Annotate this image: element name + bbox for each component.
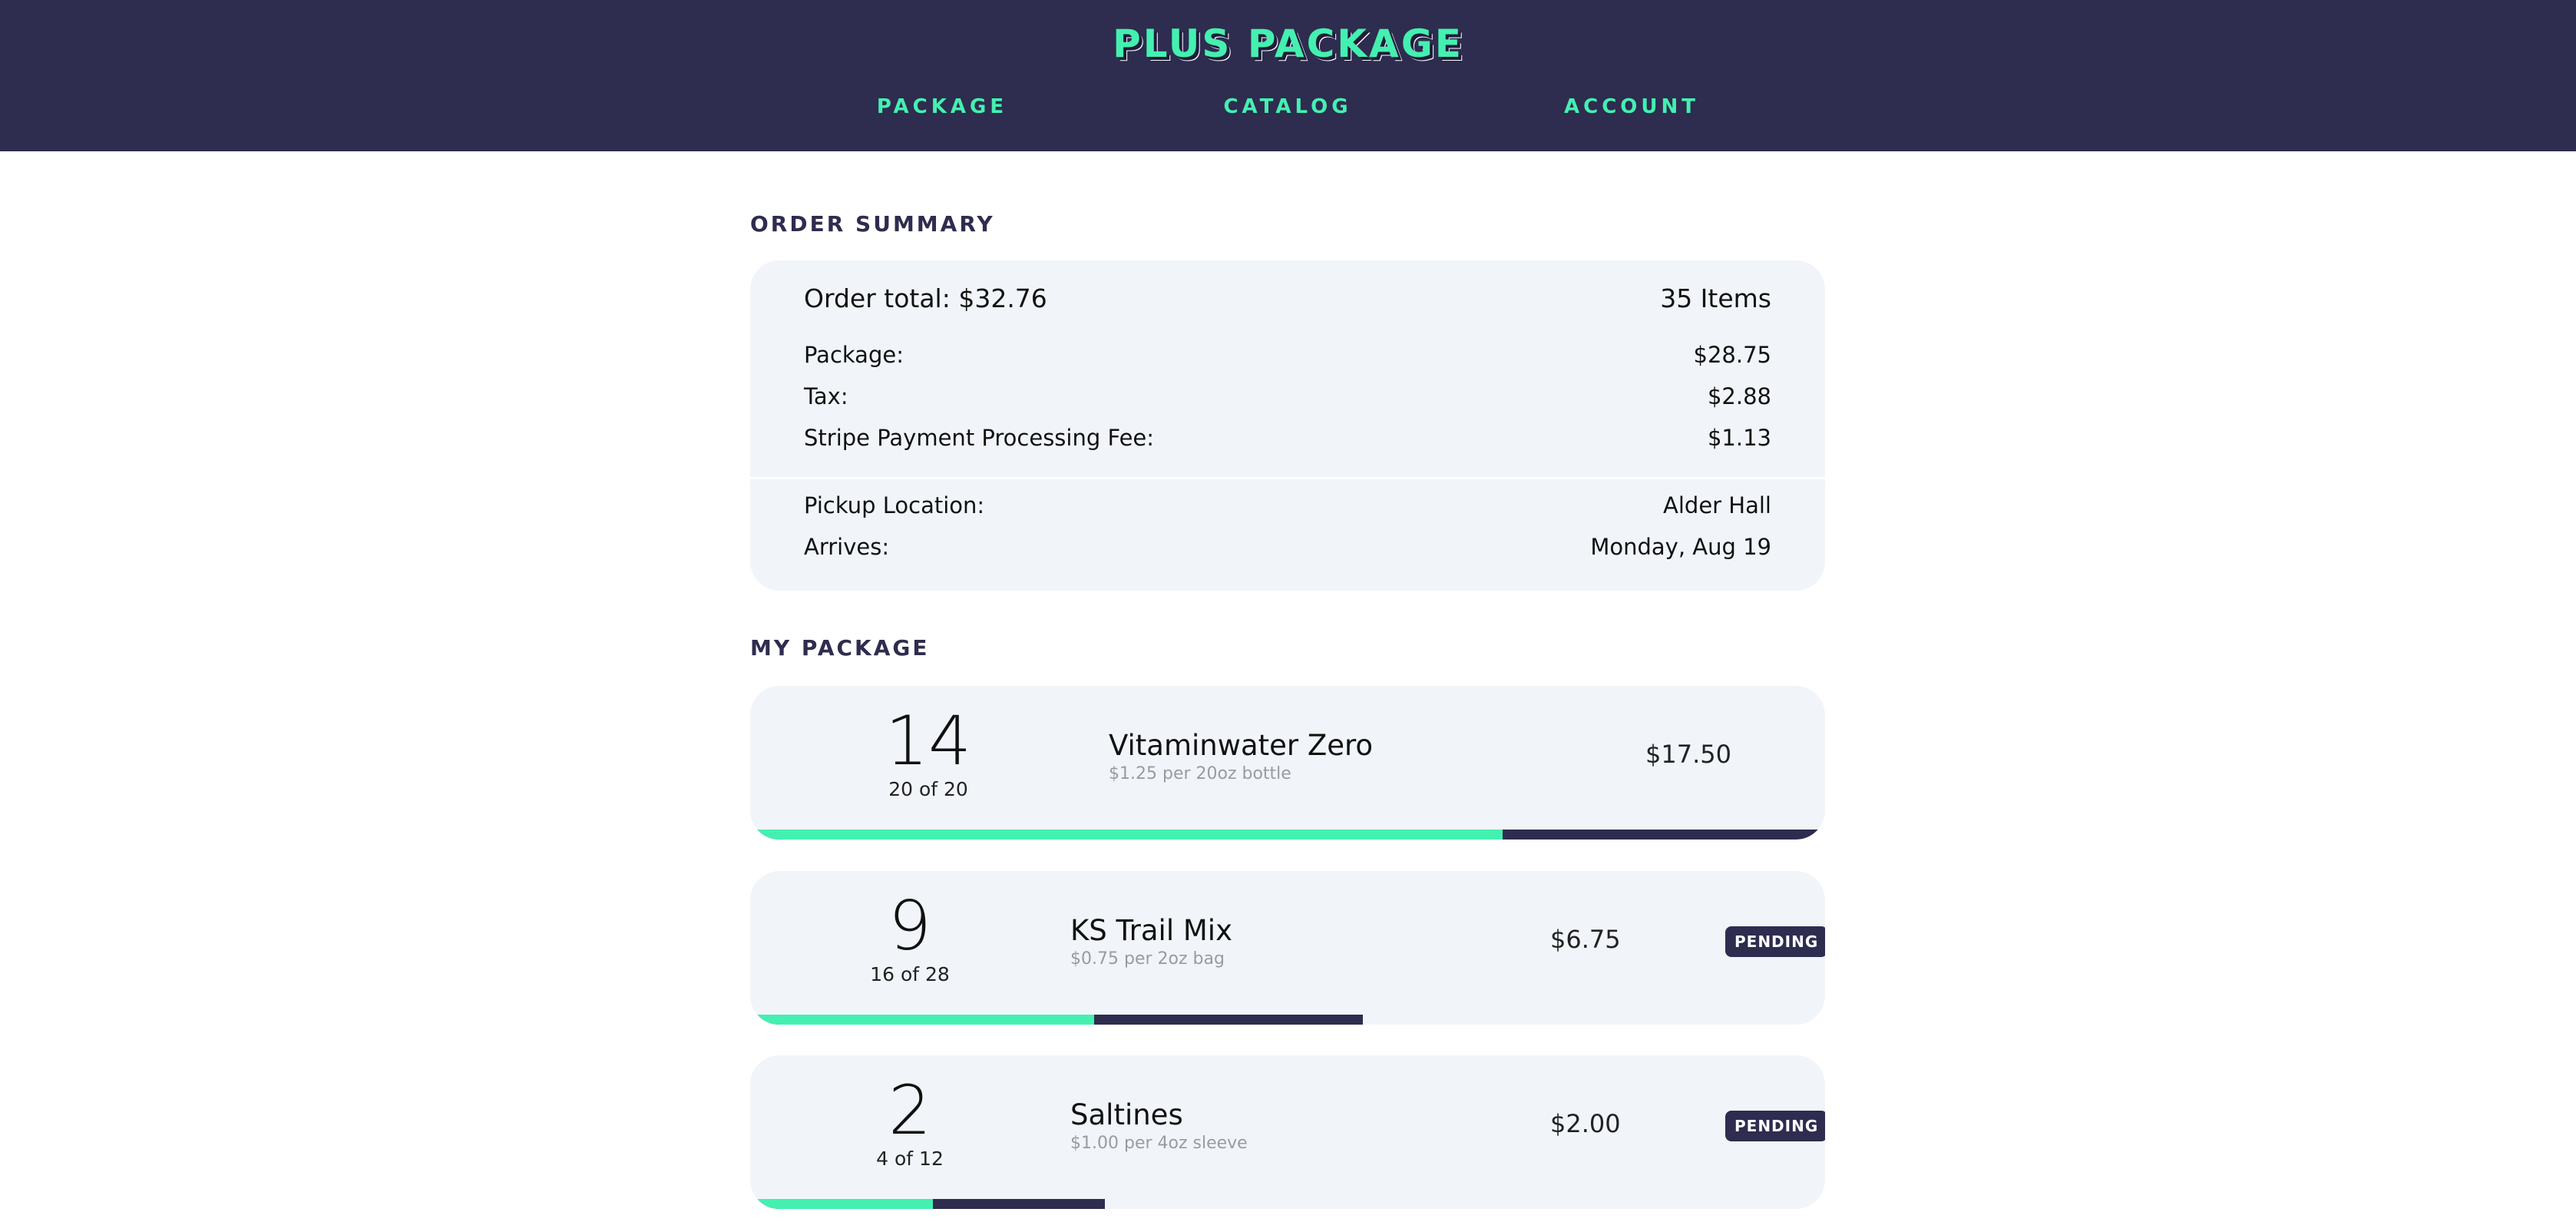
item-price: $17.50 — [1645, 740, 1731, 769]
status-badge: PENDING — [1725, 926, 1825, 957]
progress-fill — [750, 1015, 1094, 1025]
item-name: Saltines — [1070, 1098, 1183, 1131]
brand-title[interactable]: PLUS PACKAGE — [0, 22, 2576, 66]
summary-divider — [750, 477, 1825, 479]
item-quantity: 14 — [885, 701, 971, 780]
item-progress-text: 16 of 28 — [870, 963, 950, 985]
summary-label: Arrives: — [804, 534, 890, 560]
summary-label: Package: — [804, 342, 904, 368]
summary-row-tax: Tax: $2.88 — [804, 383, 1771, 409]
item-name: Vitaminwater Zero — [1109, 729, 1374, 762]
item-progress-text: 4 of 12 — [876, 1148, 944, 1170]
summary-value: $2.88 — [1707, 383, 1771, 409]
status-badge: PENDING — [1725, 1111, 1825, 1141]
item-price: $6.75 — [1550, 925, 1621, 954]
nav-account[interactable]: ACCOUNT — [1516, 95, 1747, 118]
items-count: 35 Items — [1660, 283, 1771, 313]
summary-label: Stripe Payment Processing Fee: — [804, 425, 1155, 451]
summary-value: Monday, Aug 19 — [1590, 534, 1771, 560]
item-price: $2.00 — [1550, 1109, 1621, 1138]
order-summary-title: ORDER SUMMARY — [750, 211, 995, 237]
order-total: Order total: $32.76 — [804, 283, 1047, 313]
summary-value: $1.13 — [1707, 425, 1771, 451]
summary-row-arrives: Arrives: Monday, Aug 19 — [804, 534, 1771, 560]
item-quantity: 9 — [888, 886, 931, 965]
summary-total-row: Order total: $32.76 35 Items — [804, 283, 1771, 313]
main-nav: PACKAGE CATALOG ACCOUNT — [0, 95, 2576, 126]
package-item[interactable]: 14 20 of 20 Vitaminwater Zero $1.25 per … — [750, 686, 1825, 840]
progress-fill — [750, 1199, 933, 1209]
item-progress-text: 20 of 20 — [888, 778, 968, 800]
summary-row-fee: Stripe Payment Processing Fee: $1.13 — [804, 425, 1771, 451]
item-name: KS Trail Mix — [1070, 914, 1232, 947]
item-unit-price: $0.75 per 2oz bag — [1070, 949, 1225, 969]
summary-label: Pickup Location: — [804, 492, 985, 518]
summary-label: Tax: — [804, 383, 848, 409]
summary-value: $28.75 — [1693, 342, 1771, 368]
summary-row-package: Package: $28.75 — [804, 342, 1771, 368]
top-header: PLUS PACKAGE PACKAGE CATALOG ACCOUNT — [0, 0, 2576, 151]
nav-package[interactable]: PACKAGE — [827, 95, 1057, 118]
item-quantity: 2 — [888, 1071, 931, 1150]
item-unit-price: $1.25 per 20oz bottle — [1109, 764, 1291, 783]
summary-row-pickup: Pickup Location: Alder Hall — [804, 492, 1771, 518]
nav-catalog[interactable]: CATALOG — [1172, 95, 1403, 118]
my-package-title: MY PACKAGE — [750, 635, 930, 661]
package-item[interactable]: 2 4 of 12 Saltines $1.00 per 4oz sleeve … — [750, 1055, 1825, 1209]
item-unit-price: $1.00 per 4oz sleeve — [1070, 1134, 1248, 1153]
order-summary-card: Order total: $32.76 35 Items Package: $2… — [750, 260, 1825, 591]
summary-value: Alder Hall — [1663, 492, 1771, 518]
package-item[interactable]: 9 16 of 28 KS Trail Mix $0.75 per 2oz ba… — [750, 871, 1825, 1025]
progress-fill — [750, 830, 1503, 840]
